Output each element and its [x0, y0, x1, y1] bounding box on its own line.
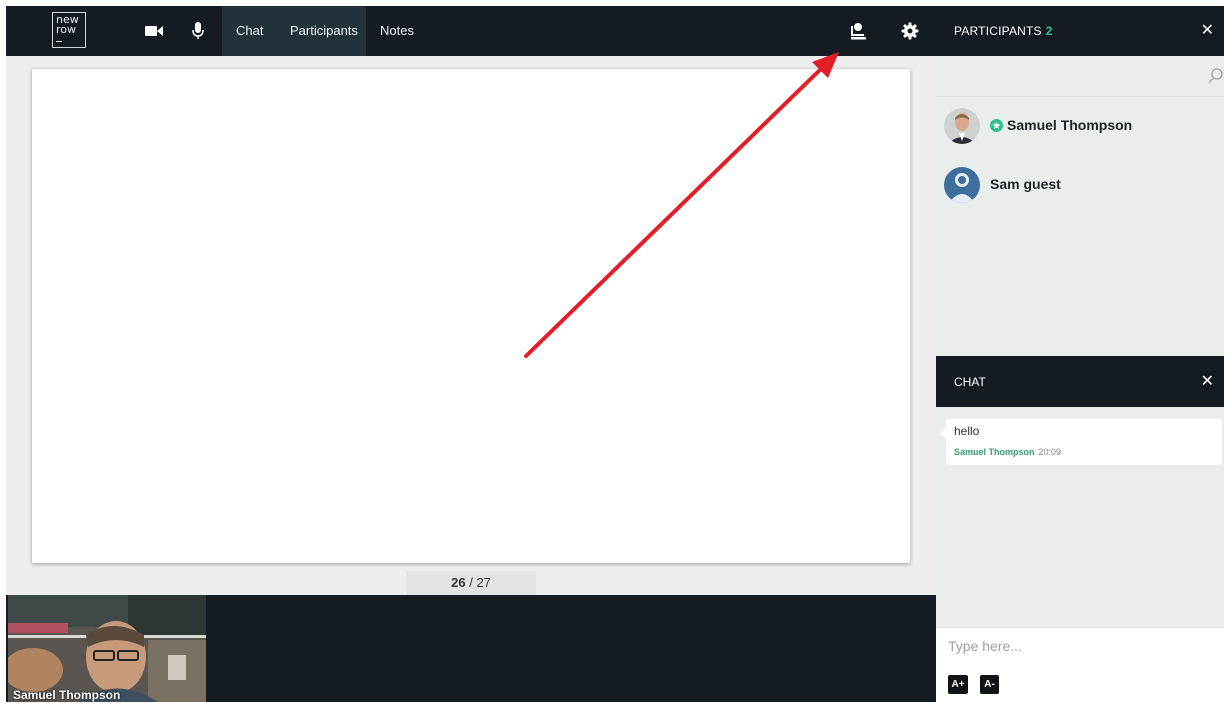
- chat-message-author[interactable]: Samuel Thompson: [954, 447, 1035, 457]
- chat-messages: hello Samuel Thompson 20:09: [936, 407, 1224, 627]
- webcam-participant-name: Samuel Thompson: [13, 688, 121, 702]
- page-indicator: 26 / 27: [406, 571, 536, 595]
- participants-search-input[interactable]: [946, 64, 1190, 88]
- participants-title-text: PARTICIPANTS: [954, 24, 1042, 38]
- avatar: [944, 108, 980, 144]
- chat-title: CHAT: [954, 375, 986, 389]
- current-page: 26: [451, 575, 466, 590]
- participants-close-button[interactable]: ✕: [1201, 20, 1214, 40]
- video-strip: Samuel Thompson: [6, 595, 936, 702]
- webcam-image: [8, 595, 206, 702]
- chat-message-time: 20:09: [1038, 447, 1062, 457]
- participant-name: Sam guest: [990, 176, 1061, 192]
- participant-item[interactable]: Sam guest: [936, 165, 1224, 224]
- chat-message-meta: Samuel Thompson 20:09: [954, 447, 1061, 457]
- total-pages: 27: [476, 575, 491, 590]
- participants-title: PARTICIPANTS 2: [954, 24, 1053, 38]
- participant-name-text: Samuel Thompson: [1007, 117, 1133, 133]
- host-badge-icon: [990, 119, 1003, 135]
- participants-list: Samuel Thompson Sam guest: [936, 106, 1224, 224]
- search-icon[interactable]: [1208, 68, 1224, 89]
- chat-header: CHAT ✕: [936, 356, 1224, 407]
- right-panel: PARTICIPANTS 2 ✕ Samuel Thompson Sam gue…: [936, 6, 1224, 703]
- font-decrease-button[interactable]: A-: [980, 675, 999, 694]
- participant-name: Samuel Thompson: [990, 117, 1132, 135]
- chat-composer: A+ A-: [936, 627, 1224, 703]
- page-separator: /: [469, 575, 473, 590]
- chat-message: hello Samuel Thompson 20:09: [939, 419, 1222, 465]
- participants-search: [936, 56, 1224, 97]
- participants-count: 2: [1045, 24, 1053, 38]
- avatar: [944, 167, 980, 203]
- chat-message-text: hello: [954, 424, 980, 438]
- annotation-arrow: [524, 52, 839, 358]
- webcam-feed[interactable]: Samuel Thompson: [8, 595, 206, 702]
- app-window: new row Chat Participants Notes 26 / 27 …: [6, 6, 1224, 703]
- chat-close-button[interactable]: ✕: [1201, 371, 1214, 391]
- font-increase-button[interactable]: A+: [948, 675, 968, 694]
- participant-item[interactable]: Samuel Thompson: [936, 106, 1224, 165]
- chat-input[interactable]: [946, 636, 1210, 664]
- participants-header: PARTICIPANTS 2 ✕: [936, 6, 1224, 56]
